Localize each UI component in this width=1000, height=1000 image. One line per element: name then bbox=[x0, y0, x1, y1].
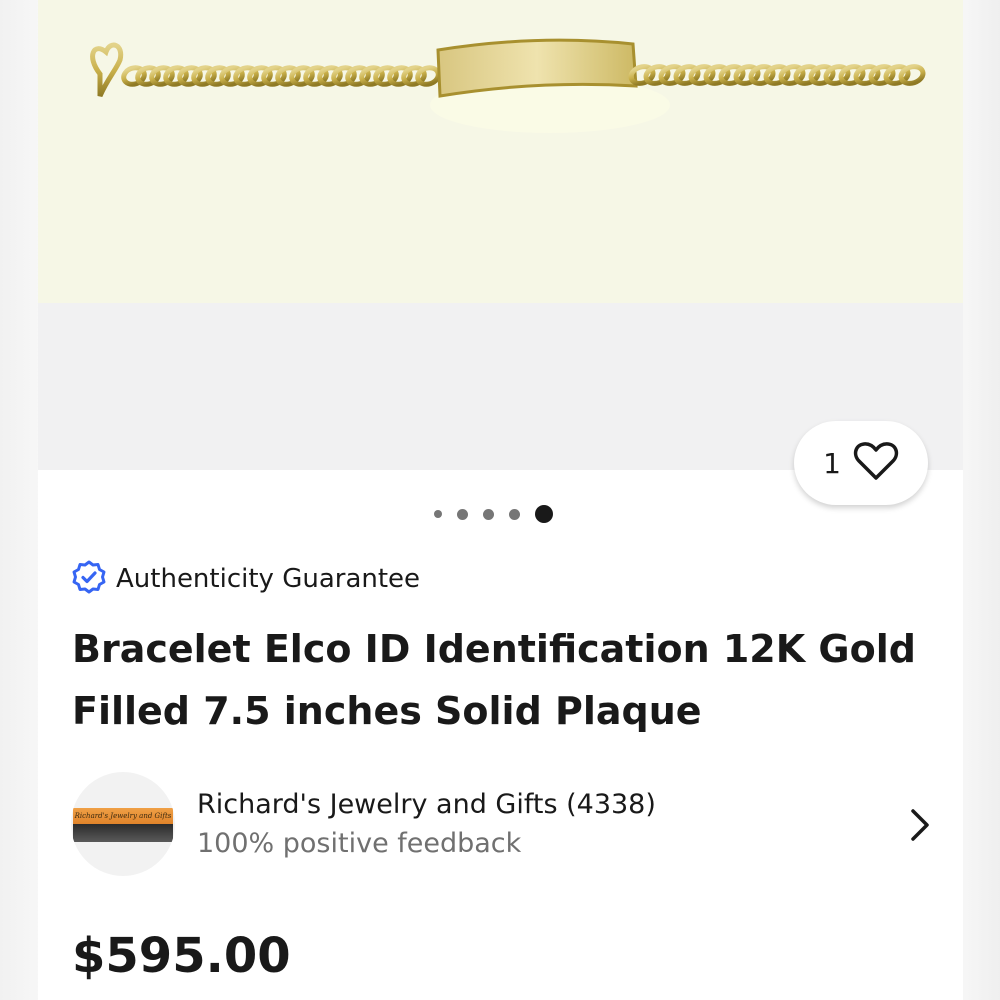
verified-check-badge-icon bbox=[72, 560, 106, 598]
seller-name: Richard's Jewelry and Gifts (4338) bbox=[197, 789, 656, 820]
authenticity-label: Authenticity Guarantee bbox=[116, 564, 421, 594]
bracelet-image bbox=[90, 38, 926, 133]
product-photo[interactable] bbox=[38, 0, 963, 303]
listing-price: $595.00 bbox=[72, 928, 291, 984]
pagination-dot[interactable] bbox=[457, 508, 468, 520]
seller-logo: Richard's Jewelry and Gifts bbox=[73, 808, 173, 824]
pagination-dot[interactable] bbox=[434, 510, 442, 518]
pagination-dot[interactable] bbox=[483, 508, 494, 520]
seller-avatar: Richard's Jewelry and Gifts bbox=[71, 772, 175, 876]
pagination-dot[interactable] bbox=[509, 508, 520, 520]
image-gallery[interactable]: 1 bbox=[38, 0, 963, 505]
seller-card[interactable]: Richard's Jewelry and Gifts Richard's Je… bbox=[71, 772, 931, 876]
watch-count: 1 bbox=[823, 446, 841, 480]
watch-button[interactable]: 1 bbox=[794, 421, 928, 505]
listing-card: 1 Authenticity Guarantee Bracelet Elco I… bbox=[38, 0, 963, 1000]
chevron-right-icon bbox=[909, 808, 931, 846]
listing-title: Bracelet Elco ID Identification 12K Gold… bbox=[72, 627, 916, 733]
page: 1 Authenticity Guarantee Bracelet Elco I… bbox=[0, 0, 1000, 1000]
seller-feedback: 100% positive feedback bbox=[197, 828, 522, 859]
heart-outline-icon bbox=[853, 441, 899, 485]
pagination-dot-active[interactable] bbox=[535, 505, 553, 523]
seller-info: Richard's Jewelry and Gifts (4338) 100% … bbox=[197, 789, 656, 859]
authenticity-badge[interactable]: Authenticity Guarantee bbox=[72, 560, 420, 598]
gallery-pagination-dots bbox=[434, 505, 553, 523]
